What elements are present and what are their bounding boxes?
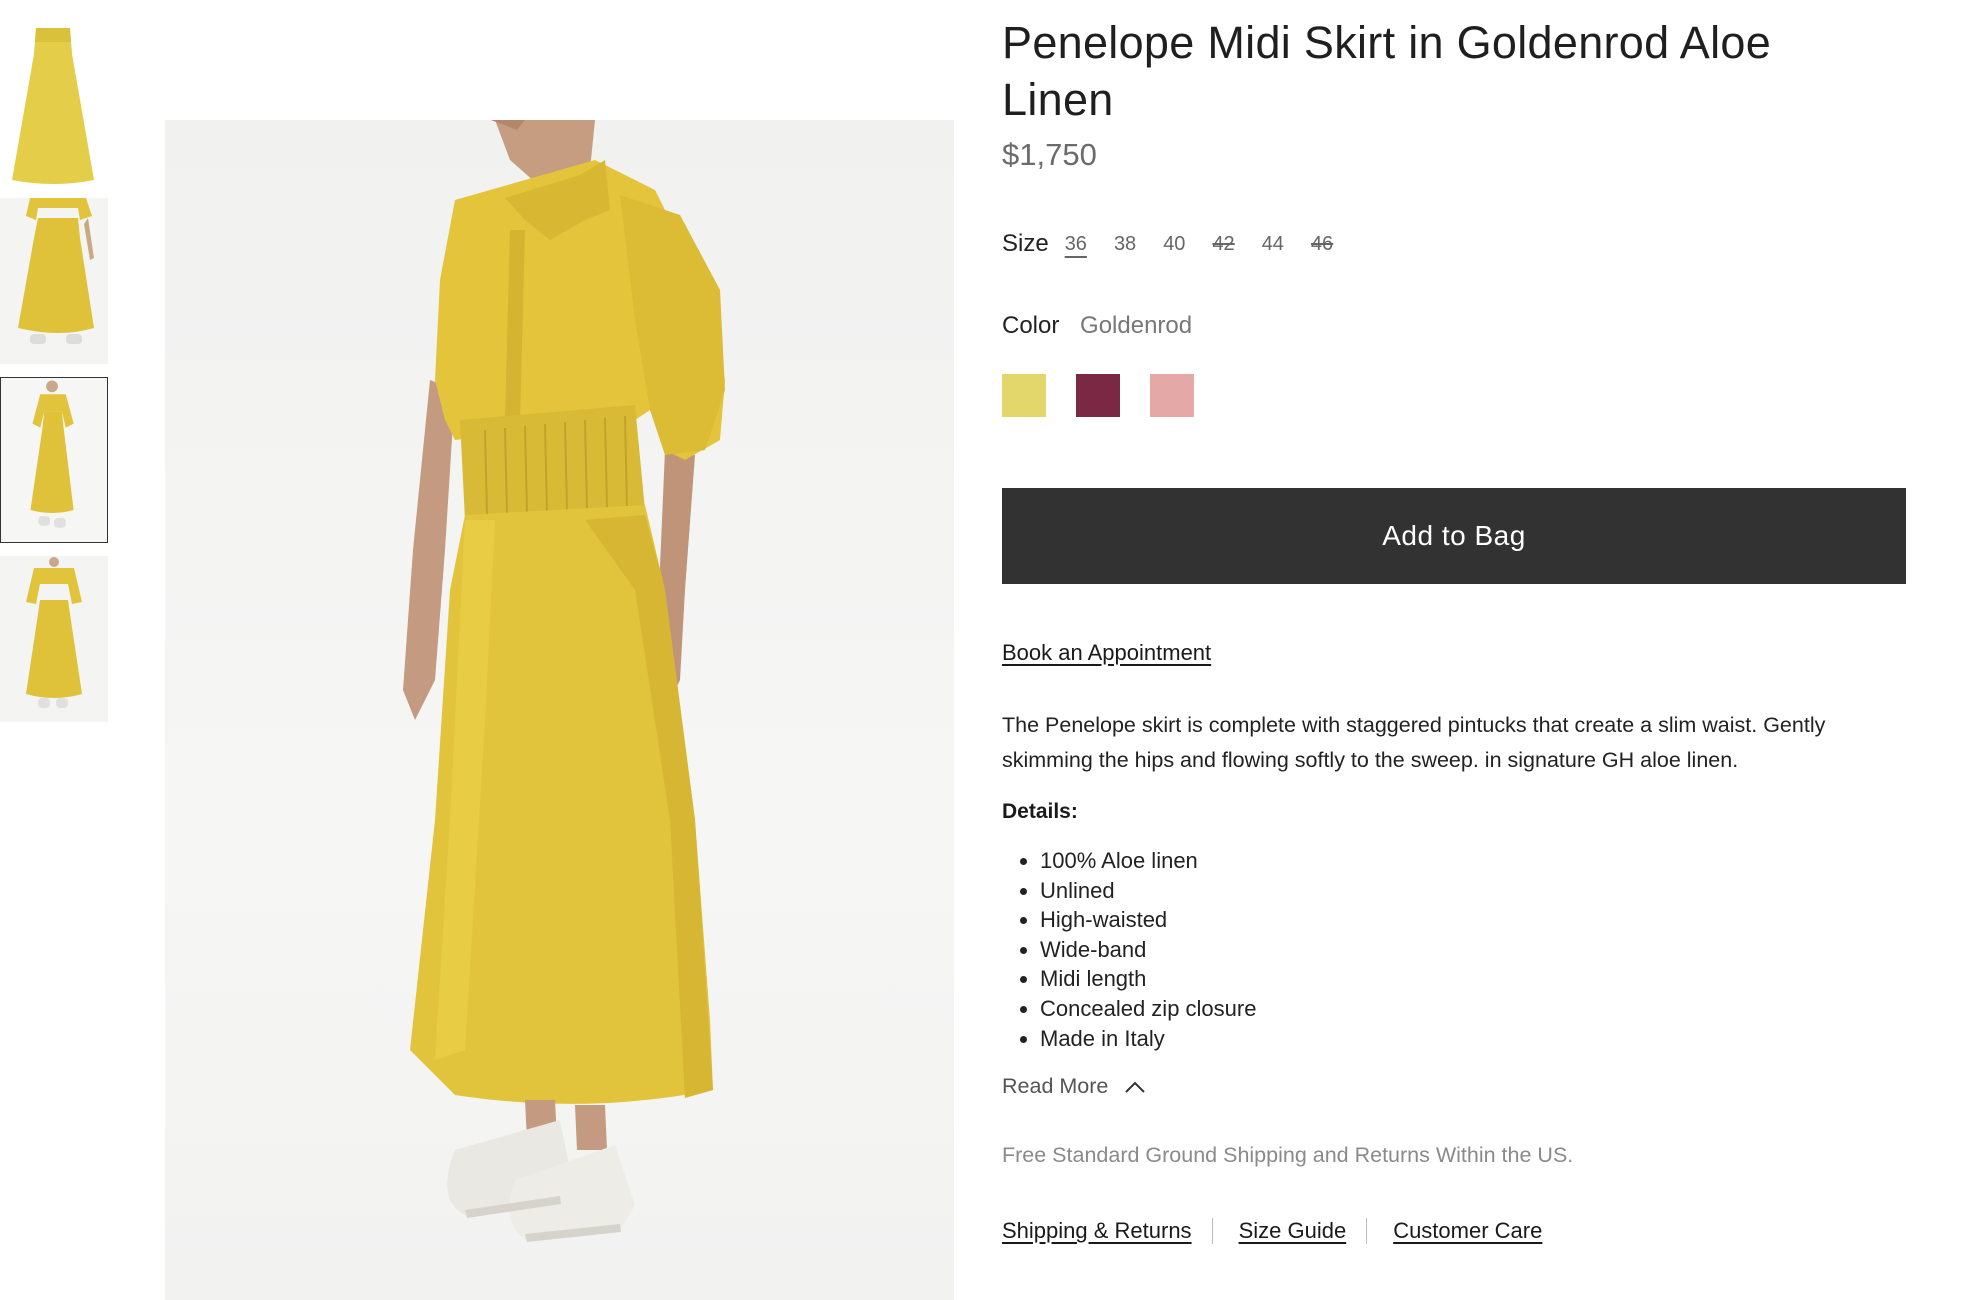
details-item: Concealed zip closure	[1040, 994, 1256, 1024]
color-swatch-pink[interactable]	[1150, 374, 1194, 417]
size-option-42[interactable]: 42	[1212, 233, 1234, 256]
shipping-returns-link[interactable]: Shipping & Returns	[1002, 1218, 1192, 1244]
size-label: Size	[1002, 230, 1049, 257]
read-more-label: Read More	[1002, 1074, 1109, 1098]
size-selector: Size 36 38 40 42 44 46	[1002, 230, 1360, 258]
outfit-thumbnail-image	[26, 557, 82, 708]
customer-care-link[interactable]: Customer Care	[1393, 1218, 1542, 1244]
selected-color-name: Goldenrod	[1080, 312, 1193, 339]
details-item: Wide-band	[1040, 935, 1256, 965]
footer-links: Shipping & Returns Size Guide Customer C…	[1002, 1218, 1542, 1244]
thumbnail-1[interactable]	[0, 24, 108, 190]
details-item: High-waisted	[1040, 905, 1256, 935]
outfit-thumbnail-image	[30, 380, 74, 528]
color-swatch-goldenrod[interactable]	[1002, 374, 1046, 417]
color-label: Color	[1002, 312, 1060, 339]
size-guide-link[interactable]: Size Guide	[1239, 1218, 1347, 1244]
color-swatch-burgundy[interactable]	[1076, 374, 1120, 417]
details-heading: Details:	[1002, 800, 1078, 823]
size-option-38[interactable]: 38	[1114, 233, 1136, 256]
shipping-note: Free Standard Ground Shipping and Return…	[1002, 1143, 1574, 1167]
chevron-up-icon	[1125, 1081, 1146, 1093]
size-option-40[interactable]: 40	[1163, 233, 1185, 256]
size-option-36[interactable]: 36	[1065, 233, 1087, 256]
details-item: Unlined	[1040, 876, 1256, 906]
read-more-toggle[interactable]: Read More	[1002, 1074, 1146, 1099]
product-price: $1,750	[1002, 137, 1097, 172]
color-swatches	[1002, 374, 1194, 417]
outfit-thumbnail-image	[18, 198, 94, 344]
details-item: Midi length	[1040, 964, 1256, 994]
link-divider	[1211, 1218, 1213, 1244]
main-product-image[interactable]	[165, 120, 954, 1300]
details-item: 100% Aloe linen	[1040, 846, 1256, 876]
size-option-46[interactable]: 46	[1311, 233, 1333, 256]
size-option-44[interactable]: 44	[1262, 233, 1284, 256]
thumbnail-3[interactable]	[0, 377, 108, 543]
link-divider	[1366, 1218, 1368, 1244]
color-selector: Color Goldenrod	[1002, 312, 1192, 340]
skirt-thumbnail-image	[12, 28, 94, 184]
model-wearing-skirt-image	[403, 120, 725, 1242]
thumbnail-4[interactable]	[0, 556, 108, 722]
thumbnail-2[interactable]	[0, 198, 108, 364]
book-appointment-link[interactable]: Book an Appointment	[1002, 640, 1211, 666]
product-description: The Penelope skirt is complete with stag…	[1002, 713, 1826, 772]
details-list: 100% Aloe linen Unlined High-waisted Wid…	[1002, 846, 1256, 1053]
add-to-bag-button[interactable]: Add to Bag	[1002, 488, 1906, 584]
product-title: Penelope Midi Skirt in Goldenrod Aloe Li…	[1002, 17, 1772, 125]
details-item: Made in Italy	[1040, 1024, 1256, 1054]
